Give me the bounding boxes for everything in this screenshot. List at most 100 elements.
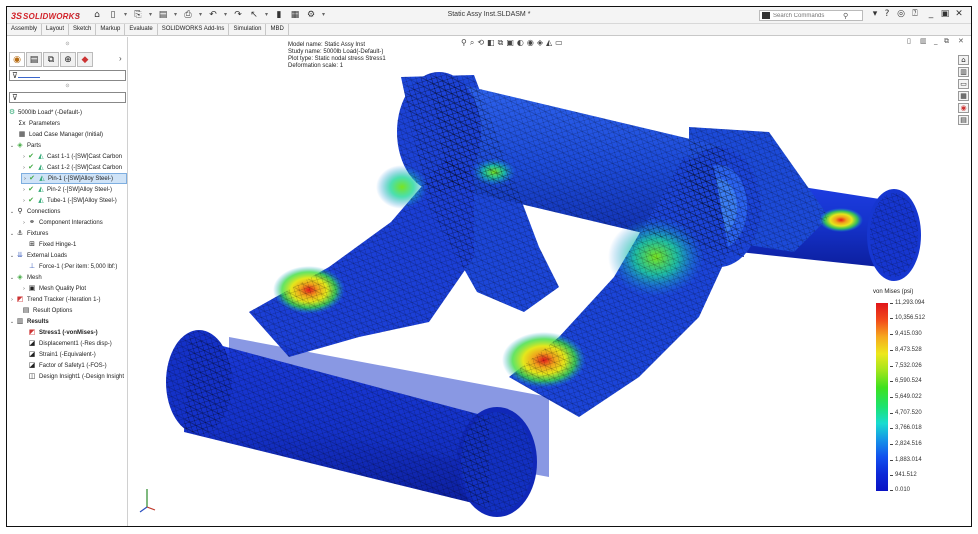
search-commands-box[interactable]: ⚲ [759, 10, 863, 21]
tree-item-parts[interactable]: ⌄ ◈ Parts [9, 140, 41, 151]
panel-splitter-top[interactable]: ⊙ [7, 41, 128, 47]
legend-value: 9,415.030 [895, 331, 922, 337]
design-insight-icon: ◫ [28, 372, 36, 380]
fixed-hinge-icon: ⊞ [29, 240, 35, 248]
legend-value: 10,356.512 [895, 315, 926, 321]
previous-view-icon[interactable]: ⟲ [477, 38, 484, 47]
viewport-split-icon[interactable]: ▥ [920, 37, 927, 45]
more-tabs-icon[interactable]: › [119, 54, 122, 63]
tree-item-displacement1[interactable]: ◪ Displacement1 (-Res disp-) [27, 338, 112, 349]
hide-show-items-icon[interactable]: ◉ [527, 38, 534, 47]
edit-appearance-icon[interactable]: ◈ [537, 38, 543, 47]
filter-icon: ⊽ [12, 93, 18, 102]
part-check-icon: ✔ [28, 185, 34, 193]
feature-manager-tab-icon[interactable]: ◉ [9, 52, 25, 67]
legend-tick [890, 334, 893, 335]
solidworks-resources-icon[interactable]: ⌂ [958, 55, 969, 65]
task-pane-tabs: ⌂ ▥ ▭ ▦ ◉ ▤ [958, 55, 970, 125]
tree-item-factor-of-safety1[interactable]: ◪ Factor of Safety1 (-FOS-) [27, 360, 107, 371]
tree-item-cast-1-1[interactable]: › ✔ ◭ Cast 1-1 (-[SW]Cast Carbon [21, 151, 122, 162]
tree-item-trend-tracker[interactable]: › ◩ Trend Tracker (-Iteration 1-) [9, 294, 100, 305]
close-icon[interactable]: ✕ [953, 9, 965, 19]
panel-splitter-mid[interactable]: ⊙ [7, 83, 128, 89]
tab-assembly[interactable]: Assembly [7, 24, 43, 35]
restore-icon[interactable]: ▣ [939, 9, 951, 19]
tree-root[interactable]: ⚙ 5000lb Load* (-Default-) [8, 107, 82, 118]
tree-item-pin-1[interactable]: › ✔ ◭ Pin-1 (-[SW]Alloy Steel-) [21, 173, 127, 184]
legend-tick [890, 475, 893, 476]
legend-tick [890, 366, 893, 367]
legend-value: 11,293.094 [895, 300, 925, 306]
dimxpert-tab-icon[interactable]: ⊕ [60, 52, 76, 67]
view-settings-icon[interactable]: ▭ [555, 38, 563, 47]
legend-tick [890, 318, 893, 319]
external-loads-icon: ⇊ [17, 251, 23, 259]
tab-layout[interactable]: Layout [42, 24, 70, 35]
search-scope-icon[interactable] [762, 12, 770, 19]
minimize-icon[interactable]: _ [925, 9, 937, 19]
part-check-icon: ✔ [28, 163, 34, 171]
dynamic-annotation-icon[interactable]: ⧉ [498, 38, 504, 48]
tree-item-pin-2[interactable]: › ✔ ◭ Pin-2 (-[SW]Alloy Steel-) [21, 184, 112, 195]
viewport-minimize-icon[interactable]: _ [934, 37, 938, 45]
design-library-icon[interactable]: ▥ [958, 67, 969, 77]
tree-item-load-case-manager[interactable]: ▦ Load Case Manager (Initial) [17, 129, 103, 140]
tree-item-component-interactions[interactable]: › ⚭ Component Interactions [21, 217, 103, 228]
tree-item-fixtures[interactable]: ⌄ ⚓ Fixtures [9, 228, 48, 239]
search-icon[interactable]: ⚲ [843, 12, 848, 20]
tree-item-tube-1[interactable]: › ✔ ◭ Tube-1 (-[SW]Alloy Steel-) [21, 195, 117, 206]
viewport-close-icon[interactable]: ✕ [958, 37, 964, 45]
tab-simulation[interactable]: Simulation [229, 24, 267, 35]
tree-item-stress1[interactable]: ◩ Stress1 (-vonMises-) [27, 327, 98, 338]
graphics-area[interactable]: Model name: Static Assy Inst Study name:… [129, 37, 971, 527]
search-input[interactable] [773, 12, 839, 19]
display-style-icon[interactable]: ◐ [517, 38, 524, 47]
filter-underline [18, 77, 40, 78]
legend-tick [890, 381, 893, 382]
tab-sketch[interactable]: Sketch [69, 24, 97, 35]
property-manager-tab-icon[interactable]: ▤ [26, 52, 42, 67]
view-orientation-icon[interactable]: ▣ [506, 38, 514, 47]
section-view-icon[interactable]: ◧ [487, 38, 495, 47]
viewport-restore-icon[interactable]: ⧉ [944, 37, 949, 46]
tree-item-design-insight1[interactable]: ◫ Design Insight1 (-Design Insight [27, 371, 124, 382]
file-explorer-icon[interactable]: ▭ [958, 79, 969, 89]
zoom-to-fit-icon[interactable]: ⚲ [461, 38, 467, 47]
viewport-tile-icon[interactable]: ▯ [907, 37, 911, 45]
tree-item-mesh[interactable]: ⌄ ◈ Mesh [9, 272, 42, 283]
tree-item-fixed-hinge-1[interactable]: ⊞ Fixed Hinge-1 [27, 239, 76, 250]
tree-item-cast-1-2[interactable]: › ✔ ◭ Cast 1-2 (-[SW]Cast Carbon [21, 162, 122, 173]
tree-item-connections[interactable]: ⌄ ⚲ Connections [9, 206, 60, 217]
feature-filter-box[interactable]: ⊽ [9, 70, 126, 81]
tab-evaluate[interactable]: Evaluate [125, 24, 158, 35]
zoom-to-area-icon[interactable]: ⌕ [470, 38, 474, 48]
load-case-icon: ▦ [18, 130, 26, 138]
tree-item-mesh-quality-plot[interactable]: › ▣ Mesh Quality Plot [21, 283, 86, 294]
custom-properties-icon[interactable]: ▤ [958, 115, 969, 125]
search-dropdown-icon[interactable]: ▾ [869, 9, 881, 19]
appearances-icon[interactable]: ◉ [958, 103, 969, 113]
help-menu-icon[interactable]: ⍰ [909, 9, 921, 19]
help-icon[interactable]: ? [881, 9, 893, 19]
simulation-filter-box[interactable]: ⊽ [9, 92, 126, 103]
tree-item-strain1[interactable]: ◪ Strain1 (-Equivalent-) [27, 349, 96, 360]
tree-item-force-1[interactable]: ⊥ Force-1 (:Per item: 5,000 lbf:) [27, 261, 117, 272]
view-palette-icon[interactable]: ▦ [958, 91, 969, 101]
connections-icon: ⚲ [17, 207, 23, 215]
tab-markup[interactable]: Markup [96, 24, 126, 35]
display-manager-tab-icon[interactable]: ◆ [77, 52, 93, 67]
configuration-manager-tab-icon[interactable]: ⧉ [43, 52, 59, 67]
tab-mbd[interactable]: MBD [266, 24, 289, 35]
user-icon[interactable]: ◎ [895, 9, 907, 19]
model-name-text: Model name: Static Assy Inst [288, 42, 366, 48]
study-info-block: Model name: Static Assy Inst Study name:… [288, 42, 386, 70]
apply-scene-icon[interactable]: ◭ [546, 38, 552, 47]
tree-item-results[interactable]: ⌄ ▥ Results [9, 316, 49, 327]
tree-item-external-loads[interactable]: ⌄ ⇊ External Loads [9, 250, 67, 261]
material-icon: ◭ [38, 163, 44, 171]
command-manager-tabs: Assembly Layout Sketch Markup Evaluate S… [7, 24, 971, 36]
tree-item-parameters[interactable]: Σx Parameters [17, 118, 60, 129]
fea-stress-model[interactable] [129, 37, 971, 527]
tab-solidworks-add-ins[interactable]: SOLIDWORKS Add-Ins [158, 24, 230, 35]
tree-item-result-options[interactable]: ▤ Result Options [21, 305, 73, 316]
